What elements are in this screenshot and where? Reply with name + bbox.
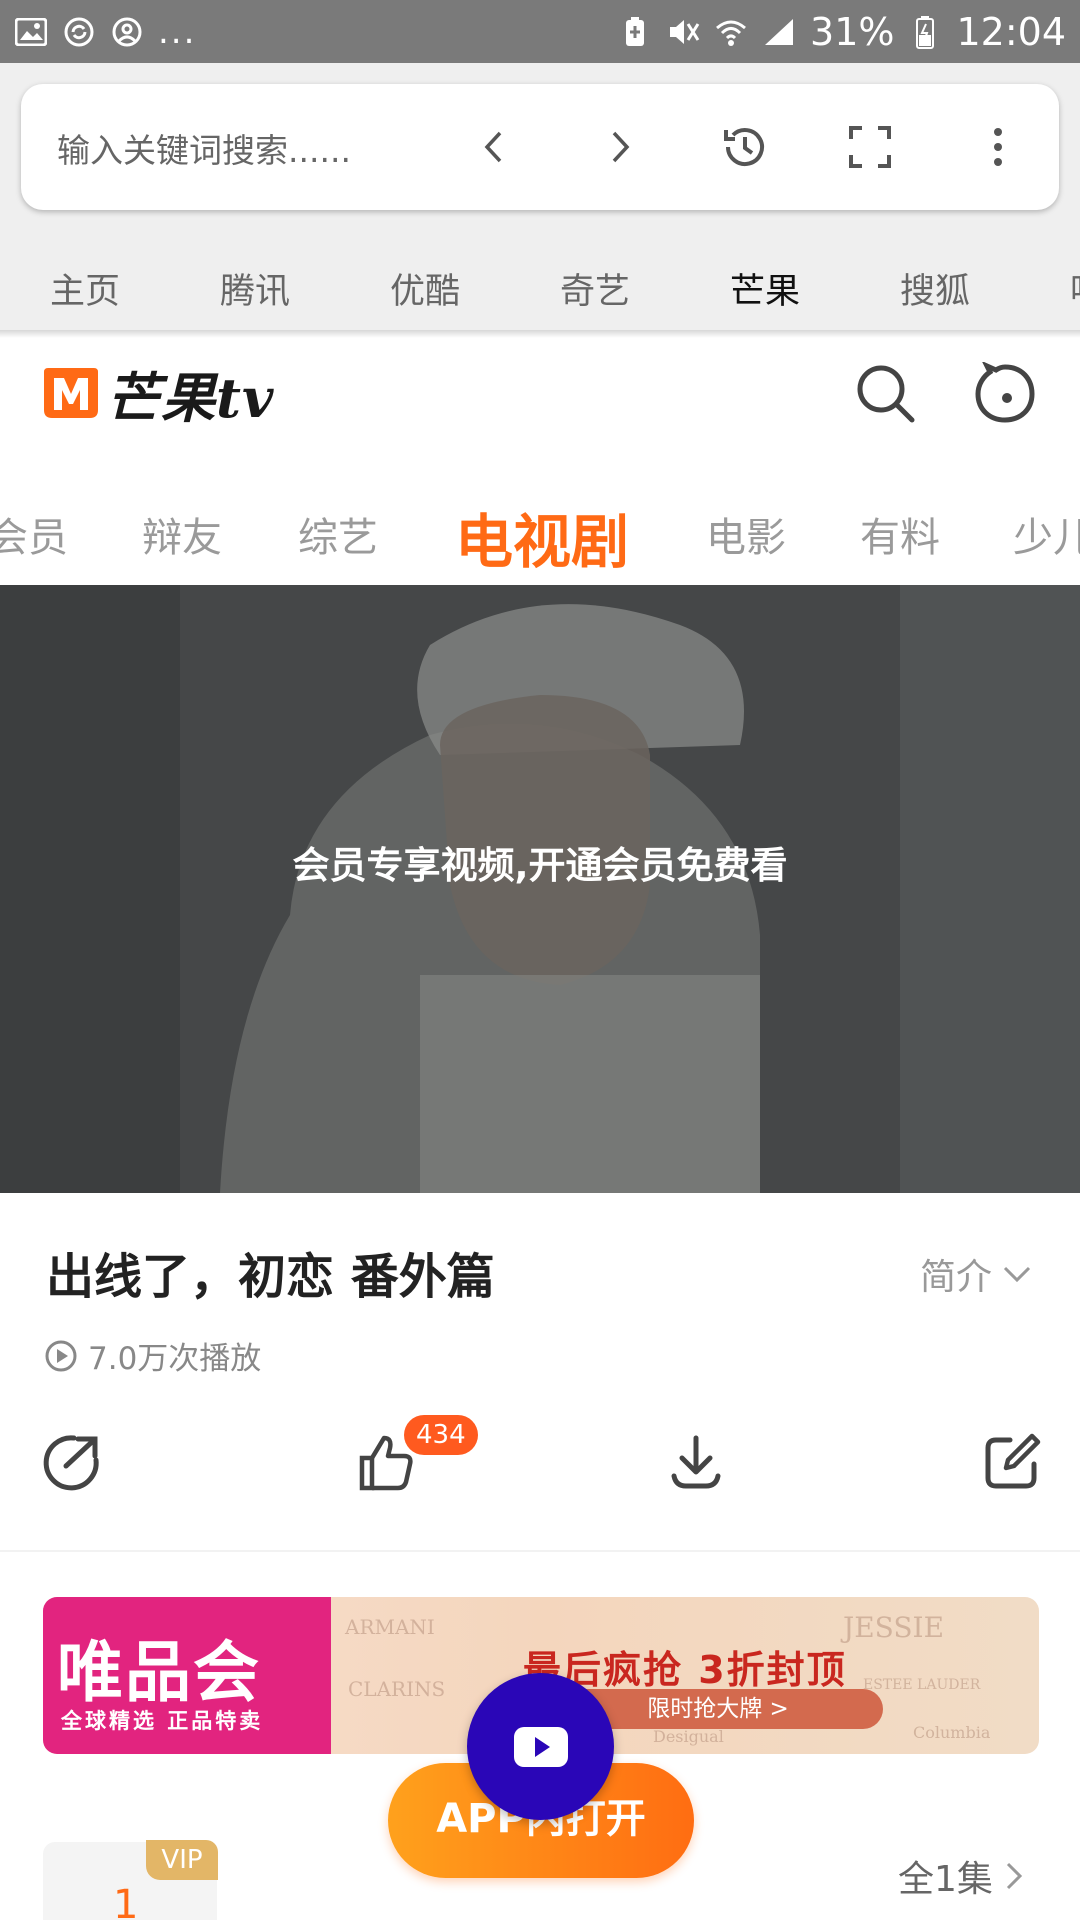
notification-more: ... — [158, 11, 197, 52]
ad-logo-columbia: Columbia — [913, 1723, 991, 1742]
battery-percent: 31% — [810, 9, 895, 54]
ad-logo-jessie: JESSIE — [843, 1611, 945, 1644]
chevron-down-icon — [1003, 1266, 1031, 1283]
site-tab-home[interactable]: 主页 — [50, 263, 120, 314]
history-icon[interactable] — [712, 114, 778, 180]
video-player[interactable]: 会员专享视频,开通会员免费看 — [0, 585, 1080, 1193]
site-tab-mango[interactable]: 芒果 — [730, 263, 800, 314]
category-tab-variety[interactable]: 综艺 — [298, 505, 378, 563]
episode-number: 1 — [113, 1882, 139, 1920]
all-episodes-label: 全1集 — [898, 1859, 993, 1900]
fullscreen-icon[interactable] — [837, 114, 903, 180]
ad-logo-clarins: CLARINS — [348, 1677, 446, 1701]
logo-text: 芒果tv — [106, 365, 275, 430]
forward-icon[interactable] — [587, 114, 653, 180]
category-tab-kids[interactable]: 少儿 — [1013, 505, 1080, 563]
category-tab-tv-series[interactable]: 电视剧 — [455, 495, 629, 579]
play-count: 7.0万次播放 — [44, 1333, 261, 1378]
clock: 12:04 — [956, 9, 1066, 54]
video-title: 出线了，初恋 番外篇 — [46, 1249, 495, 1305]
site-tab-more[interactable]: 咪 — [1070, 263, 1080, 314]
toolbar-shadow — [0, 330, 1080, 338]
chevron-right-icon — [1006, 1862, 1023, 1890]
site-tab-sohu[interactable]: 搜狐 — [900, 263, 970, 314]
ad-logo-estee: ESTEE LAUDER — [863, 1677, 981, 1693]
search-input[interactable]: 输入关键词搜索...... — [57, 124, 351, 172]
intro-button[interactable]: 简介 — [920, 1248, 1032, 1300]
sync-icon — [62, 15, 96, 49]
site-tab-tencent[interactable]: 腾讯 — [220, 263, 290, 314]
like-count-badge: 434 — [404, 1415, 478, 1455]
signal-icon — [762, 15, 796, 49]
battery-saver-icon — [618, 15, 652, 49]
user-icon[interactable] — [974, 360, 1036, 424]
play-count-text: 7.0万次播放 — [88, 1341, 262, 1377]
ad-logo-armani: ARMANI — [345, 1615, 435, 1639]
category-tab-movie[interactable]: 电影 — [706, 505, 786, 563]
more-icon[interactable] — [965, 114, 1031, 180]
all-episodes-link[interactable]: 全1集 — [898, 1850, 1023, 1902]
site-tab-youku[interactable]: 优酷 — [390, 263, 460, 314]
mango-logo-icon — [44, 368, 98, 418]
play-count-icon — [45, 1340, 77, 1371]
ad-brand-panel: 唯品会 全球精选 正品特卖 — [43, 1597, 331, 1754]
play-fab[interactable] — [467, 1673, 614, 1820]
vip-overlay-message: 会员专享视频,开通会员免费看 — [292, 844, 788, 887]
account-icon — [110, 15, 144, 49]
battery-icon — [908, 15, 942, 49]
intro-label: 简介 — [920, 1257, 993, 1298]
browser-toolbar: 输入关键词搜索...... 主页 腾讯 优酷 奇艺 芒果 搜狐 咪 — [0, 63, 1080, 330]
status-bar: ... 31% 12:04 — [0, 0, 1080, 63]
wifi-icon — [714, 15, 748, 49]
back-icon[interactable] — [461, 114, 527, 180]
category-tab-member[interactable]: 会员 — [0, 505, 68, 563]
vip-badge: VIP — [146, 1840, 218, 1880]
image-icon — [14, 15, 48, 49]
download-icon[interactable] — [666, 1432, 726, 1492]
ad-brand: 唯品会 — [57, 1634, 261, 1711]
category-tab-debate[interactable]: 辩友 — [142, 505, 222, 563]
search-icon[interactable] — [854, 362, 916, 424]
comment-icon[interactable] — [982, 1432, 1042, 1492]
video-frame — [0, 585, 1080, 1193]
share-icon[interactable] — [42, 1432, 102, 1492]
section-divider — [0, 1550, 1080, 1552]
site-tab-iqiyi[interactable]: 奇艺 — [560, 263, 630, 314]
mute-icon — [666, 15, 700, 49]
ad-brand-sub: 全球精选 正品特卖 — [61, 1709, 264, 1733]
mango-tv-logo[interactable]: 芒果tv — [42, 362, 274, 430]
search-bar[interactable]: 输入关键词搜索...... — [21, 84, 1059, 210]
video-play-icon — [513, 1726, 568, 1767]
ad-logo-desigual: Desigual — [653, 1727, 724, 1746]
category-tab-youliao[interactable]: 有料 — [860, 505, 940, 563]
